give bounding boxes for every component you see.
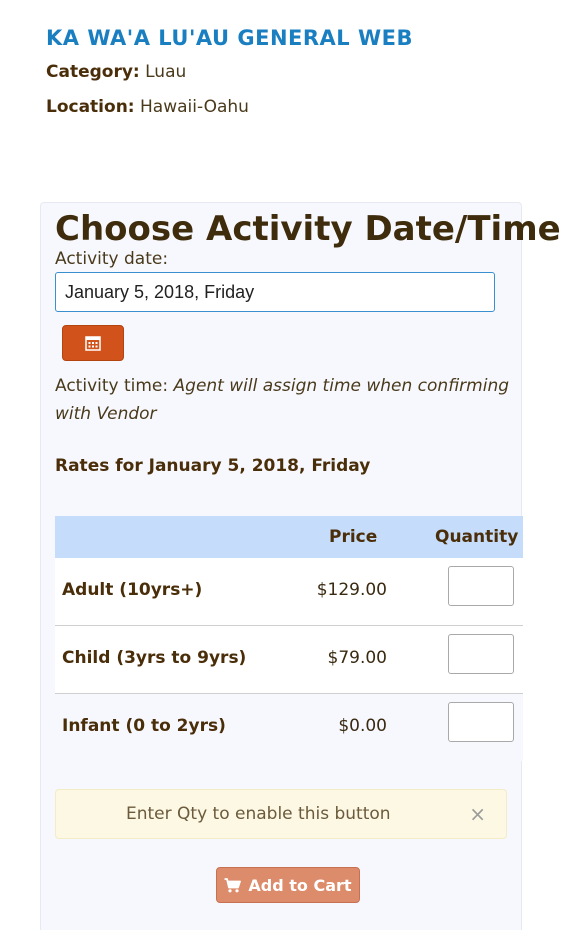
location-row: Location: Hawaii-Oahu: [46, 97, 249, 117]
quantity-column-header: Quantity: [435, 527, 519, 547]
close-icon[interactable]: ×: [469, 802, 486, 826]
qty-notice: Enter Qty to enable this button ×: [55, 789, 507, 839]
page: KA WA'A LU'AU GENERAL WEB Category: Luau…: [0, 0, 567, 930]
rate-name: Adult (10yrs+): [62, 580, 203, 600]
calendar-icon: [85, 336, 101, 351]
rate-price: $0.00: [338, 716, 387, 736]
location-key: Location:: [46, 97, 135, 117]
booking-heading: Choose Activity Date/Time: [55, 209, 561, 249]
child-quantity-input[interactable]: [448, 634, 514, 674]
add-to-cart-button[interactable]: Add to Cart: [216, 867, 360, 903]
page-title: KA WA'A LU'AU GENERAL WEB: [46, 26, 414, 50]
category-row: Category: Luau: [46, 62, 186, 82]
notice-text: Enter Qty to enable this button: [126, 804, 391, 824]
date-input[interactable]: [55, 272, 495, 312]
rate-row-infant: Infant (0 to 2yrs) $0.00: [55, 694, 523, 761]
rates-table-header: Price Quantity: [55, 516, 523, 558]
activity-time-label: Activity time:: [55, 376, 169, 396]
rate-row-adult: Adult (10yrs+) $129.00: [55, 558, 523, 626]
price-column-header: Price: [329, 527, 378, 547]
add-to-cart-label: Add to Cart: [248, 875, 352, 895]
date-label: Activity date:: [55, 249, 169, 269]
calendar-button[interactable]: [62, 325, 124, 361]
category-value: Luau: [145, 62, 187, 82]
rates-heading: Rates for January 5, 2018, Friday: [55, 456, 371, 476]
infant-quantity-input[interactable]: [448, 702, 514, 742]
rate-price: $79.00: [327, 648, 387, 668]
activity-time: Activity time: Agent will assign time wh…: [55, 372, 515, 428]
rate-price: $129.00: [316, 580, 387, 600]
category-key: Category:: [46, 62, 140, 82]
adult-quantity-input[interactable]: [448, 566, 514, 606]
rates-table: Price Quantity Adult (10yrs+) $129.00 Ch…: [55, 516, 523, 761]
cart-icon: [224, 877, 242, 892]
rate-name: Infant (0 to 2yrs): [62, 716, 226, 736]
location-value: Hawaii-Oahu: [140, 97, 249, 117]
booking-card: Choose Activity Date/Time Activity date:…: [40, 202, 561, 930]
rate-row-child: Child (3yrs to 9yrs) $79.00: [55, 626, 523, 694]
rate-name: Child (3yrs to 9yrs): [62, 648, 247, 668]
